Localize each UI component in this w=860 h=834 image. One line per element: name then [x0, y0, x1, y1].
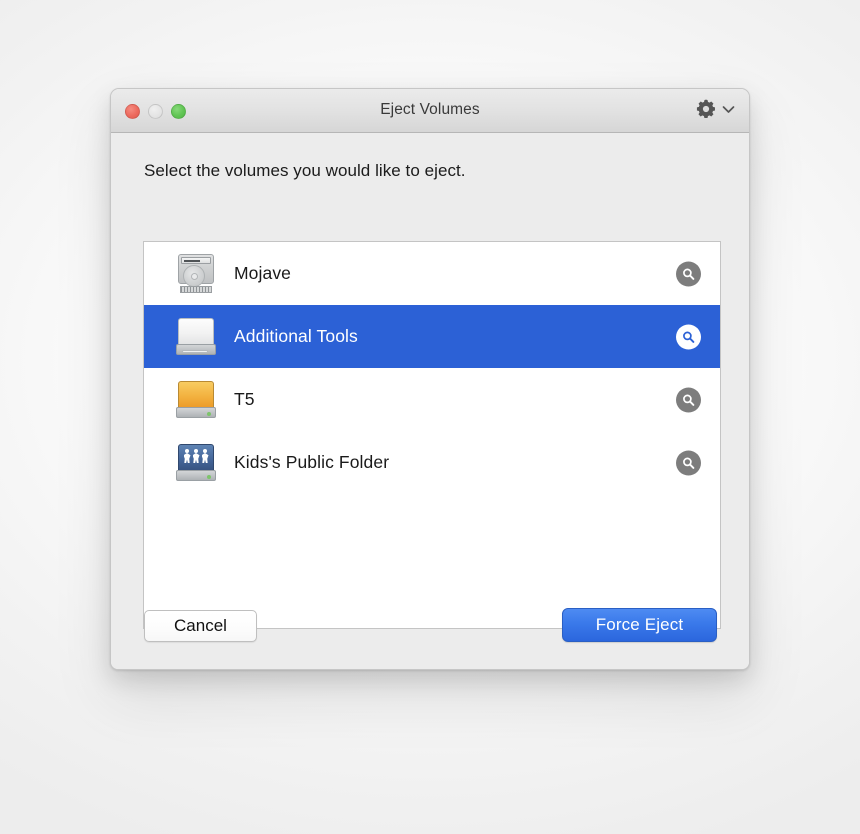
- instruction-text: Select the volumes you would like to eje…: [144, 161, 466, 180]
- eject-volumes-window: Eject Volumes Select the volumes you wou…: [110, 88, 750, 670]
- reveal-in-finder-button[interactable]: [676, 450, 701, 475]
- list-item[interactable]: Mojave: [144, 242, 720, 305]
- magnifier-icon: [683, 331, 695, 343]
- list-item-label: Additional Tools: [234, 326, 358, 346]
- magnifier-icon: [683, 268, 695, 280]
- magnifier-icon: [683, 457, 695, 469]
- dialog-content: Select the volumes you would like to eje…: [111, 133, 749, 669]
- list-item[interactable]: Additional Tools: [144, 305, 720, 368]
- network-share-icon: [176, 442, 216, 484]
- list-item[interactable]: Kids's Public Folder: [144, 431, 720, 494]
- magnifier-icon: [683, 394, 695, 406]
- list-item-label: T5: [234, 389, 255, 409]
- reveal-in-finder-button[interactable]: [676, 261, 701, 286]
- action-menu-button[interactable]: [695, 98, 735, 120]
- reveal-in-finder-button[interactable]: [676, 387, 701, 412]
- chevron-down-icon: [722, 105, 735, 114]
- reveal-in-finder-button[interactable]: [676, 324, 701, 349]
- external-drive-icon: [176, 379, 216, 421]
- list-item[interactable]: T5: [144, 368, 720, 431]
- external-drive-icon: [176, 316, 216, 358]
- internal-hard-disk-icon: [176, 253, 216, 295]
- window-titlebar[interactable]: Eject Volumes: [111, 89, 749, 133]
- list-item-label: Mojave: [234, 263, 292, 283]
- window-title: Eject Volumes: [380, 101, 480, 118]
- volume-list[interactable]: Mojave Additional Tools T5 Kids's Public…: [143, 241, 721, 629]
- force-eject-button[interactable]: Force Eject: [562, 608, 717, 642]
- cancel-button[interactable]: Cancel: [144, 610, 257, 642]
- gear-icon: [695, 98, 717, 120]
- list-item-label: Kids's Public Folder: [234, 452, 390, 472]
